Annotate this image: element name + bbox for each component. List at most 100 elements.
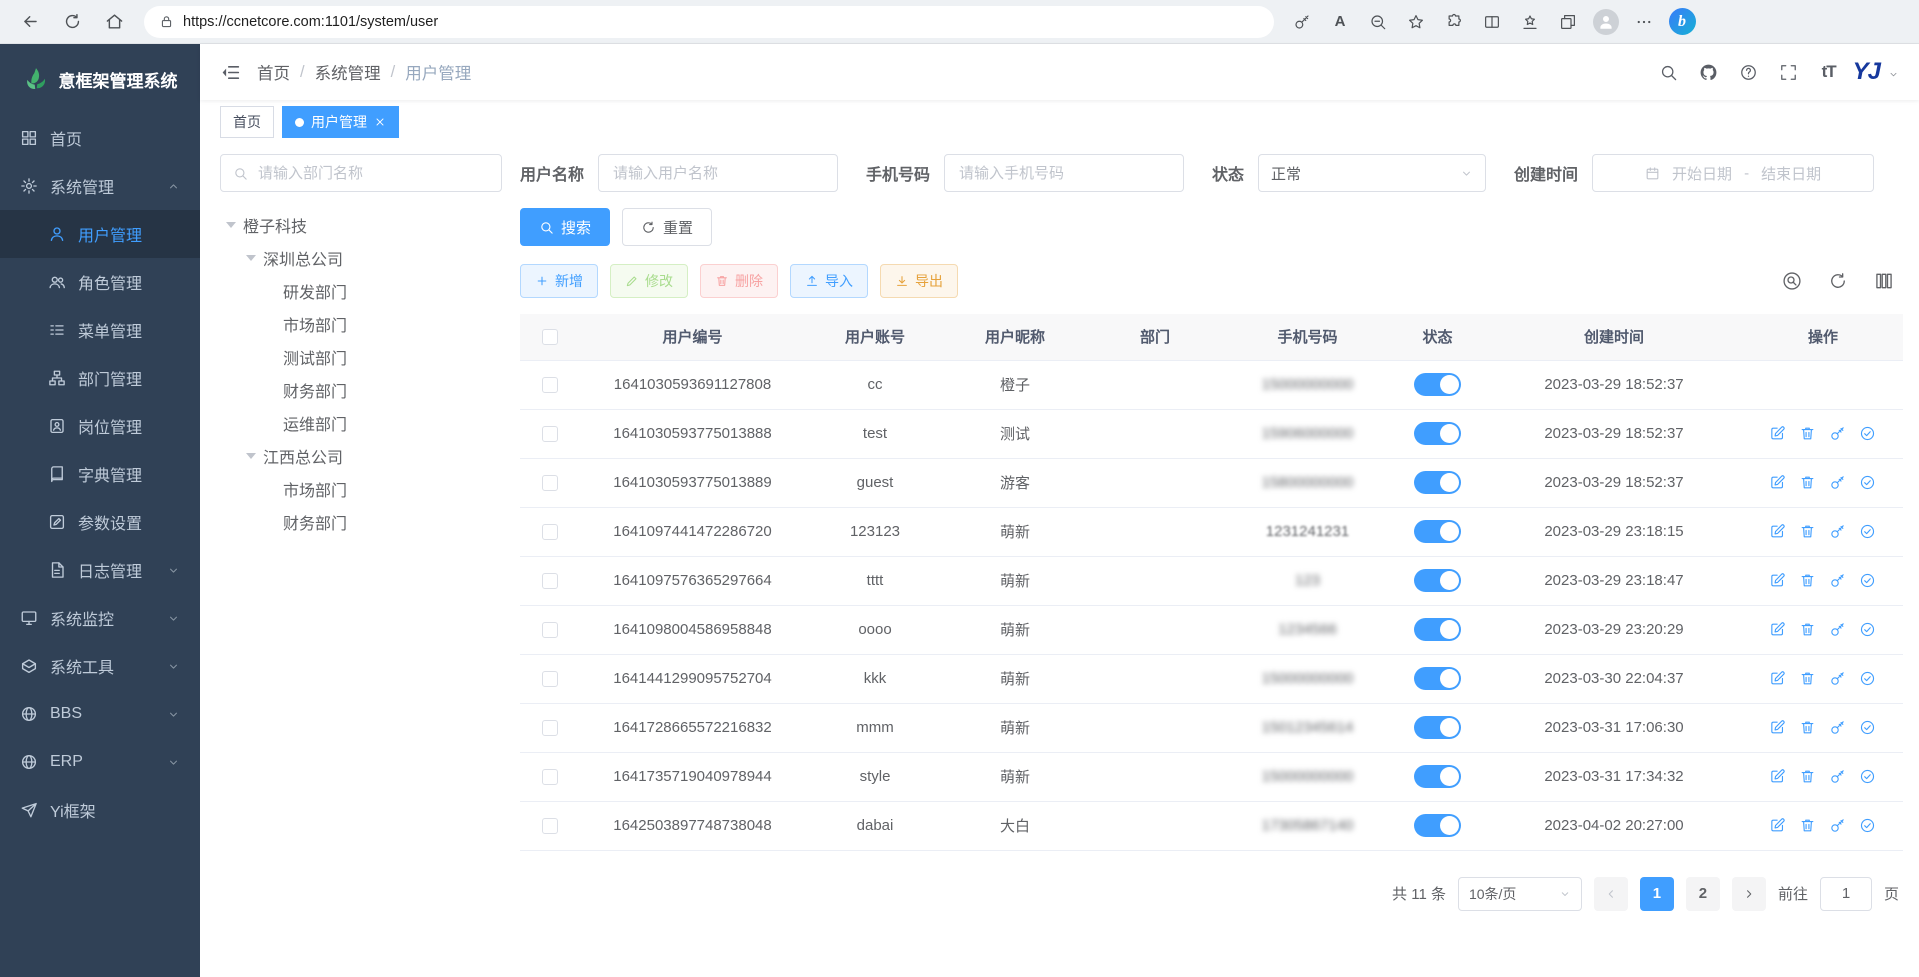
browser-home-button[interactable] [94,4,134,40]
help-icon[interactable] [1733,56,1765,88]
delete-row-icon[interactable] [1799,817,1817,835]
tab-user-management[interactable]: 用户管理 [282,106,399,138]
sidebar-item-6[interactable]: 岗位管理 [0,402,200,450]
goto-page-input[interactable] [1820,877,1872,911]
delete-row-icon[interactable] [1799,523,1817,541]
select-all-checkbox[interactable] [542,329,558,345]
row-checkbox[interactable] [542,377,558,393]
tree-node[interactable]: 测试部门 [220,340,502,373]
favorites-bar-icon[interactable] [1512,4,1548,40]
page-button-1[interactable]: 1 [1640,877,1674,911]
delete-row-icon[interactable] [1799,670,1817,688]
browser-back-button[interactable] [10,4,50,40]
next-page-button[interactable] [1732,877,1766,911]
reset-password-icon[interactable] [1829,817,1847,835]
row-checkbox[interactable] [542,671,558,687]
tab-home[interactable]: 首页 [220,106,274,138]
delete-button[interactable]: 删除 [700,264,778,298]
close-tab-icon[interactable] [374,116,386,128]
browser-refresh-button[interactable] [52,4,92,40]
zoom-out-icon[interactable] [1360,4,1396,40]
row-checkbox[interactable] [542,524,558,540]
tree-node[interactable]: 深圳总公司 [220,241,502,274]
row-checkbox[interactable] [542,769,558,785]
sidebar-item-13[interactable]: ERP [0,738,200,786]
reset-password-icon[interactable] [1829,719,1847,737]
sidebar-item-10[interactable]: 系统监控 [0,594,200,642]
page-size-select[interactable]: 10条/页 [1458,877,1582,911]
row-checkbox[interactable] [542,720,558,736]
import-button[interactable]: 导入 [790,264,868,298]
reset-button[interactable]: 重置 [622,208,712,246]
status-toggle[interactable] [1414,520,1461,543]
sidebar-item-3[interactable]: 角色管理 [0,258,200,306]
edit-row-icon[interactable] [1769,572,1787,590]
sidebar-item-0[interactable]: 首页 [0,114,200,162]
prev-page-button[interactable] [1594,877,1628,911]
edit-row-icon[interactable] [1769,768,1787,786]
collapse-sidebar-icon[interactable] [220,62,241,83]
delete-row-icon[interactable] [1799,621,1817,639]
reset-password-icon[interactable] [1829,523,1847,541]
row-checkbox[interactable] [542,475,558,491]
user-menu-caret-icon[interactable] [1888,69,1899,80]
delete-row-icon[interactable] [1799,768,1817,786]
tree-node[interactable]: 研发部门 [220,274,502,307]
status-toggle[interactable] [1414,814,1461,837]
status-toggle[interactable] [1414,618,1461,641]
breadcrumb-system[interactable]: 系统管理 [315,60,381,84]
export-button[interactable]: 导出 [880,264,958,298]
sidebar-item-12[interactable]: BBS [0,690,200,738]
edit-row-icon[interactable] [1769,817,1787,835]
reset-password-icon[interactable] [1829,768,1847,786]
row-checkbox[interactable] [542,818,558,834]
sidebar-item-11[interactable]: 系统工具 [0,642,200,690]
status-toggle[interactable] [1414,765,1461,788]
status-toggle[interactable] [1414,373,1461,396]
tree-node[interactable]: 运维部门 [220,406,502,439]
assign-role-icon[interactable] [1859,474,1877,492]
status-toggle[interactable] [1414,667,1461,690]
search-button[interactable]: 搜索 [520,208,610,246]
edit-row-icon[interactable] [1769,670,1787,688]
add-button[interactable]: 新增 [520,264,598,298]
edit-row-icon[interactable] [1769,474,1787,492]
assign-role-icon[interactable] [1859,817,1877,835]
tree-node[interactable]: 财务部门 [220,505,502,538]
username-input[interactable] [611,164,825,183]
reset-password-icon[interactable] [1829,572,1847,590]
header-search-icon[interactable] [1653,56,1685,88]
row-checkbox[interactable] [542,622,558,638]
sidebar-item-4[interactable]: 菜单管理 [0,306,200,354]
delete-row-icon[interactable] [1799,719,1817,737]
read-aloud-icon[interactable]: A [1322,4,1358,40]
phone-input[interactable] [957,164,1171,183]
assign-role-icon[interactable] [1859,425,1877,443]
row-checkbox[interactable] [542,426,558,442]
status-toggle[interactable] [1414,716,1461,739]
delete-row-icon[interactable] [1799,572,1817,590]
sidebar-item-7[interactable]: 字典管理 [0,450,200,498]
tree-node[interactable]: 市场部门 [220,472,502,505]
dept-search-input[interactable] [256,164,489,183]
status-toggle[interactable] [1414,422,1461,445]
split-screen-icon[interactable] [1474,4,1510,40]
reset-password-icon[interactable] [1829,670,1847,688]
font-size-icon[interactable]: tT [1813,56,1845,88]
status-toggle[interactable] [1414,569,1461,592]
delete-row-icon[interactable] [1799,474,1817,492]
edit-row-icon[interactable] [1769,523,1787,541]
tree-node[interactable]: 财务部门 [220,373,502,406]
sidebar-item-14[interactable]: Yi框架 [0,786,200,834]
reset-password-icon[interactable] [1829,474,1847,492]
assign-role-icon[interactable] [1859,523,1877,541]
assign-role-icon[interactable] [1859,572,1877,590]
assign-role-icon[interactable] [1859,768,1877,786]
status-select[interactable]: 正常 [1258,154,1486,192]
github-icon[interactable] [1693,56,1725,88]
edit-row-icon[interactable] [1769,621,1787,639]
sidebar-item-2[interactable]: 用户管理 [0,210,200,258]
edit-row-icon[interactable] [1769,425,1787,443]
page-button-2[interactable]: 2 [1686,877,1720,911]
assign-role-icon[interactable] [1859,670,1877,688]
